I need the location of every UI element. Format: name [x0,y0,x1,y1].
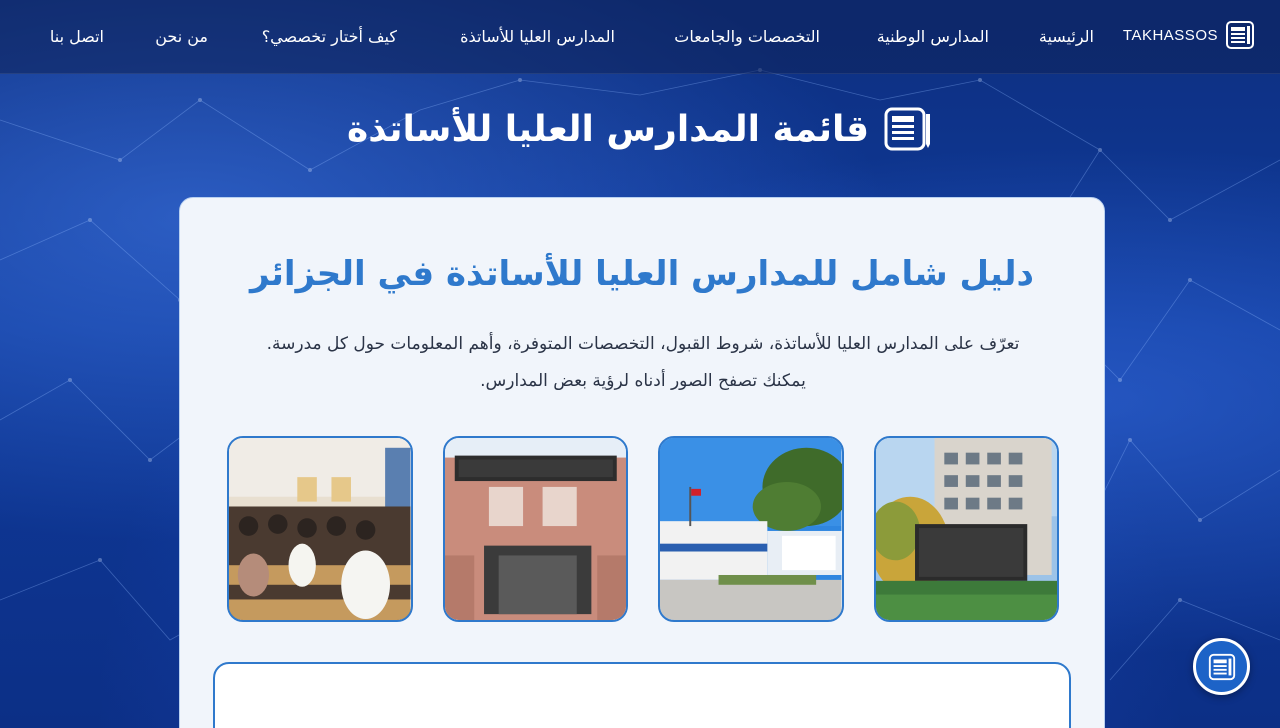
page-title-row: قائمة المدارس العليا للأساتذة [0,104,1280,154]
desc-line-2: يمكنك تصفح الصور أدناه لرؤية بعض المدارس… [480,371,806,391]
nav-item-home[interactable]: الرئيسية [1039,27,1094,46]
school-photo-facade[interactable] [442,436,628,622]
brand-name: TAKHASSOS [1122,26,1218,44]
nav-item-teacher-schools[interactable]: المدارس العليا للأساتذة [460,27,615,46]
school-photo-constantine[interactable] [873,436,1059,622]
brand[interactable]: TAKHASSOS [1123,19,1256,51]
school-photo-gallery [227,436,1059,622]
nav-item-how-to-choose[interactable]: كيف أختار تخصصي؟ [262,27,397,46]
desc-line-1: تعرّف على المدارس العليا للأساتذة، شروط … [266,334,1020,354]
school-photo-white-building[interactable] [658,436,844,622]
floating-action-button[interactable] [1193,638,1250,695]
school-list-card [213,662,1071,728]
intro-card: دليل شامل للمدارس العليا للأساتذة في الج… [179,197,1105,728]
nav-item-national-schools[interactable]: المدارس الوطنية [877,27,989,46]
page-title: قائمة المدارس العليا للأساتذة [346,108,870,150]
book-logo-icon [884,107,931,151]
card-heading: دليل شامل للمدارس العليا للأساتذة في الج… [250,254,1034,294]
nav-item-specialties[interactable]: التخصصات والجامعات [674,27,820,46]
book-logo-icon [1208,653,1235,680]
top-navbar: TAKHASSOS الرئيسية المدارس الوطنية التخص… [0,0,1280,74]
card-description: تعرّف على المدارس العليا للأساتذة، شروط … [210,326,1076,400]
nav-item-about[interactable]: من نحن [155,27,208,46]
nav-item-contact[interactable]: اتصل بنا [50,27,104,46]
school-photo-lecture-hall[interactable] [227,436,413,622]
book-logo-icon [1226,21,1254,49]
